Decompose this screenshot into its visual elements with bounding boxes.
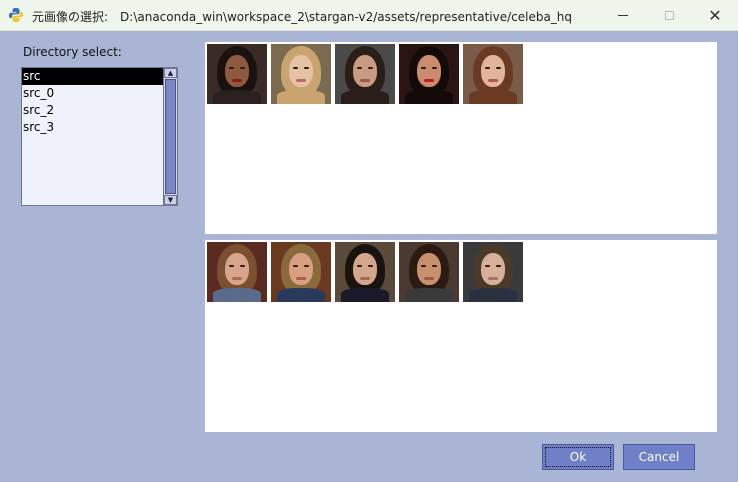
window-title: 元画像の選択: D:\anaconda_win\workspace_2\star… (32, 10, 573, 24)
directory-select-label: Directory select: (23, 45, 122, 59)
scroll-down-button[interactable]: ▼ (164, 195, 177, 205)
python-icon (9, 8, 23, 22)
directory-list-item[interactable]: src_2 (22, 102, 163, 119)
bottom-image-panel (205, 240, 717, 432)
directory-list-item[interactable]: src_0 (22, 85, 163, 102)
face-thumbnail[interactable] (399, 44, 459, 104)
directory-listbox[interactable]: src src_0 src_2 src_3 ▲ ▼ (21, 67, 178, 206)
close-icon: ✕ (708, 5, 722, 25)
face-thumbnail[interactable] (207, 242, 267, 302)
minimize-icon (618, 15, 628, 16)
maximize-button[interactable] (646, 0, 692, 31)
face-thumbnail[interactable] (271, 242, 331, 302)
directory-list-item[interactable]: src (22, 68, 163, 85)
minimize-button[interactable] (600, 0, 646, 31)
bottom-thumbnail-row (207, 242, 523, 302)
scroll-thumb[interactable] (165, 79, 176, 194)
maximize-icon (664, 11, 674, 20)
directory-list-item[interactable]: src_3 (22, 119, 163, 136)
top-thumbnail-row (207, 44, 523, 104)
chevron-down-icon: ▼ (167, 195, 174, 204)
face-thumbnail[interactable] (335, 44, 395, 104)
face-thumbnail[interactable] (207, 44, 267, 104)
chevron-up-icon: ▲ (167, 68, 174, 77)
directory-scrollbar[interactable]: ▲ ▼ (163, 68, 177, 205)
face-thumbnail[interactable] (463, 242, 523, 302)
title-bar[interactable]: 元画像の選択: D:\anaconda_win\workspace_2\star… (0, 0, 738, 31)
directory-list[interactable]: src src_0 src_2 src_3 (22, 68, 163, 205)
face-thumbnail[interactable] (399, 242, 459, 302)
face-thumbnail[interactable] (335, 242, 395, 302)
face-thumbnail[interactable] (463, 44, 523, 104)
scroll-up-button[interactable]: ▲ (164, 68, 177, 78)
face-thumbnail[interactable] (271, 44, 331, 104)
close-button[interactable]: ✕ (692, 0, 738, 31)
ok-button[interactable]: Ok (542, 444, 614, 470)
top-image-panel (205, 42, 717, 234)
cancel-button[interactable]: Cancel (623, 444, 695, 470)
